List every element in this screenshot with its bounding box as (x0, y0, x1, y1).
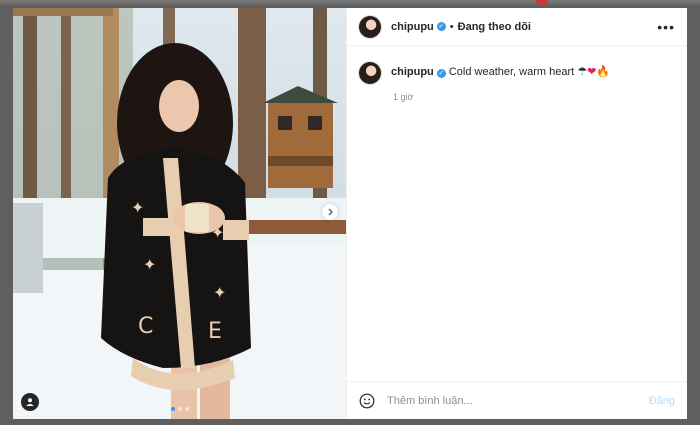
fire-emoji-icon: 🔥 (596, 66, 611, 78)
post-comment-button[interactable]: Đăng (649, 395, 675, 407)
verified-badge-icon: ✓ (436, 69, 446, 78)
verified-badge-icon: ✓ (436, 22, 446, 31)
svg-text:C: C (138, 314, 153, 339)
comment-bar: Đăng (347, 381, 687, 419)
caption-timestamp: 1 giờ (393, 92, 414, 102)
carousel-dot (184, 407, 189, 411)
chevron-right-icon (328, 208, 333, 216)
author-username[interactable]: chipupu (391, 21, 434, 33)
photo-illustration: ✦ ✦ ✦ ✦ C E (13, 8, 346, 419)
svg-text:✦: ✦ (143, 255, 156, 274)
follow-status-button[interactable]: Đang theo dõi (458, 21, 531, 33)
caption-row: chipupu ✓ Cold weather, warm heart ☂❤🔥 (359, 62, 675, 84)
heart-emoji-icon: ❤ (587, 66, 597, 78)
author-avatar[interactable] (359, 15, 381, 38)
svg-text:✦: ✦ (131, 198, 144, 217)
svg-text:E: E (208, 319, 222, 344)
caption-text: chipupu ✓ Cold weather, warm heart ☂❤🔥 (391, 65, 610, 79)
post-header: chipupu ✓ • Đang theo dõi ••• (347, 8, 687, 46)
caption-author-username[interactable]: chipupu (391, 66, 434, 78)
caption-body: Cold weather, warm heart (448, 66, 575, 78)
separator-dot: • (449, 20, 454, 33)
umbrella-emoji-icon: ☂ (577, 66, 588, 78)
post-details-panel: chipupu ✓ • Đang theo dõi ••• chipupu ✓ C… (346, 8, 687, 419)
caption-author-avatar[interactable] (359, 62, 381, 84)
carousel-next-button[interactable] (322, 204, 338, 220)
comments-section: chipupu ✓ Cold weather, warm heart ☂❤🔥 1 … (347, 46, 687, 381)
carousel-indicator (13, 407, 346, 411)
emoji-icon[interactable] (359, 393, 375, 409)
post-modal: ✦ ✦ ✦ ✦ C E chipupu ✓ • Đang theo dõi ••… (13, 8, 687, 419)
user-tag-icon (26, 398, 34, 406)
carousel-dot (177, 407, 182, 411)
comment-input[interactable] (385, 393, 649, 408)
more-options-icon[interactable]: ••• (657, 19, 675, 35)
carousel-dot (170, 407, 175, 411)
svg-text:✦: ✦ (213, 283, 226, 302)
notification-badge (536, 0, 548, 6)
page-backdrop (0, 0, 700, 8)
post-image: ✦ ✦ ✦ ✦ C E (13, 8, 346, 419)
